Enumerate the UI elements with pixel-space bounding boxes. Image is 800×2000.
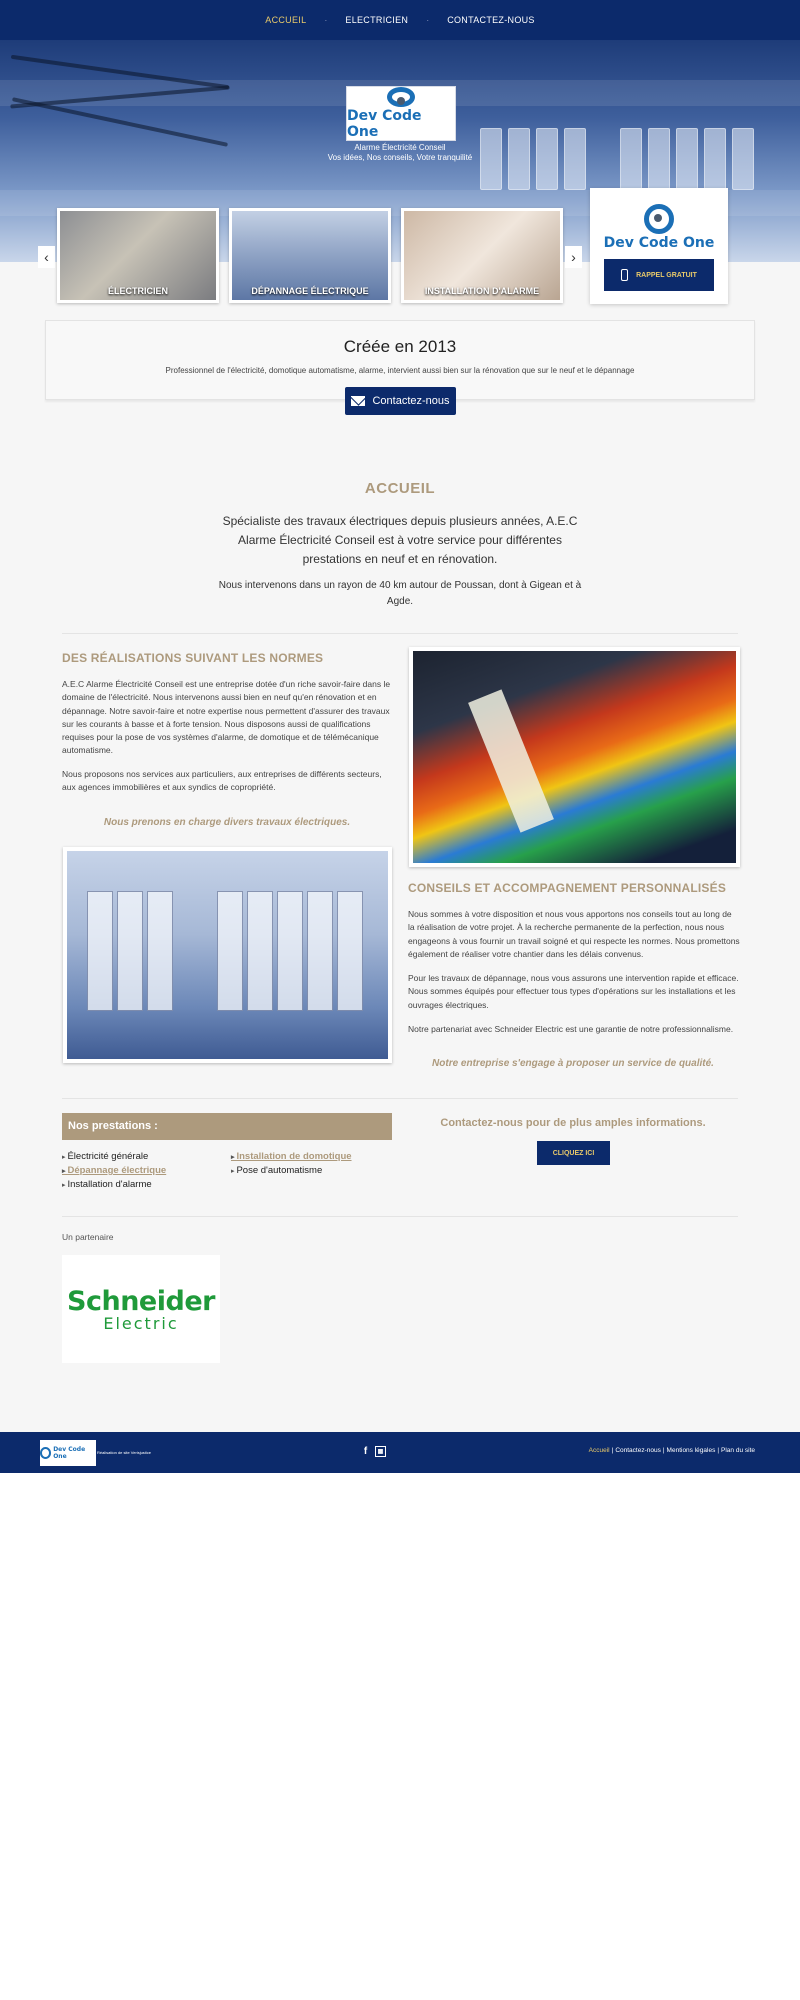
breaker-module (277, 891, 303, 1011)
hero-tagline: Vos idées, Nos conseils, Votre tranquili… (327, 153, 473, 162)
prestations-header: Nos prestations : (62, 1113, 392, 1140)
footer-logo-text: Dev Code One (53, 1446, 86, 1460)
callback-card: Dev Code One RAPPEL GRATUIT (590, 188, 728, 304)
slider-next-arrow-icon[interactable]: › (565, 246, 582, 268)
contact-cta-text: Contactez-nous pour de plus amples infor… (440, 1117, 706, 1129)
contactez-nous-button[interactable]: Contactez-nous (345, 387, 456, 415)
breakers-photo (63, 847, 392, 1063)
footer-logo[interactable]: Dev Code One (40, 1440, 96, 1466)
slide-caption: INSTALLATION D'ALARME (424, 286, 540, 296)
nav-accueil[interactable]: ACCUEIL (265, 15, 306, 25)
hero-breaker (648, 128, 670, 190)
accueil-title: ACCUEIL (364, 480, 436, 497)
slide-electricien[interactable]: ÉLECTRICIEN (57, 208, 219, 303)
accueil-zone: Nous intervenons dans un rayon de 40 km … (218, 580, 582, 607)
divider (62, 1098, 738, 1099)
footer-link-contact[interactable]: Contactez-nous (615, 1447, 661, 1454)
hero-subtitle: Alarme Électricité Conseil (354, 143, 446, 152)
cables-photo (409, 647, 740, 867)
prestation-electricite-generale: Électricité générale (62, 1151, 148, 1162)
slide-depannage-electrique[interactable]: DÉPANNAGE ÉLECTRIQUE (229, 208, 391, 303)
cliquez-ici-button[interactable]: CLIQUEZ ICI (537, 1141, 610, 1165)
divider (62, 1216, 738, 1217)
partner-logo-line1: Schneider (67, 1285, 215, 1317)
hero-breaker (564, 128, 586, 190)
realisations-paragraph-2: Nous proposons nos services aux particul… (62, 769, 382, 793)
prestation-installation-alarme: Installation d'alarme (62, 1179, 151, 1190)
partner-logo-line2: Electric (103, 1313, 179, 1333)
logo-mark-icon (387, 87, 415, 107)
footer-link-accueil[interactable]: Accueil (589, 1447, 610, 1454)
site-logo[interactable]: Dev Code One (346, 86, 456, 141)
hero-breaker (620, 128, 642, 190)
nav-separator: · (324, 15, 328, 25)
logo-text: Dev Code One (347, 108, 422, 140)
breaker-module (147, 891, 173, 1011)
top-navbar: ACCUEIL · ELECTRICIEN · CONTACTEZ-NOUS (0, 0, 800, 40)
breaker-module (117, 891, 143, 1011)
slider-prev-arrow-icon[interactable]: ‹ (38, 246, 55, 268)
schneider-electric-logo[interactable]: Schneider Electric (62, 1255, 220, 1363)
footer-links: Accueil | Contactez-nous | Mentions légales |… (588, 1447, 755, 1454)
hero-breaker (536, 128, 558, 190)
breaker-module (307, 891, 333, 1011)
rappel-button-label: RAPPEL GRATUIT (636, 271, 697, 279)
realisations-title: DES RÉALISATIONS SUIVANT LES NORMES (62, 651, 324, 665)
hero-breaker (508, 128, 530, 190)
footer-link-mentions[interactable]: Mentions légales (667, 1447, 716, 1454)
slide-caption: DÉPANNAGE ÉLECTRIQUE (251, 286, 369, 296)
partner-label: Un partenaire (62, 1232, 114, 1242)
breaker-module (247, 891, 273, 1011)
nav-separator: · (426, 15, 430, 25)
conseils-paragraph-1: Nous sommes à votre disposition et nous … (408, 909, 740, 959)
card-logo-text: Dev Code One (603, 235, 715, 251)
hero-breaker (732, 128, 754, 190)
hero-breaker (676, 128, 698, 190)
logo-mark-icon (644, 204, 674, 234)
divider (62, 633, 738, 634)
conseils-title: CONSEILS ET ACCOMPAGNEMENT PERSONNALISÉS (408, 881, 727, 895)
cable-tie-shape (468, 689, 554, 833)
created-title: Créée en 2013 (343, 337, 457, 356)
envelope-icon (351, 396, 366, 406)
rappel-gratuit-button[interactable]: RAPPEL GRATUIT (604, 259, 714, 291)
nav-electricien[interactable]: ELECTRICIEN (345, 15, 408, 25)
created-text: Professionnel de l'électricité, domotiqu… (165, 366, 635, 375)
footer-link-plan[interactable]: Plan du site (721, 1447, 755, 1454)
breaker-module (87, 891, 113, 1011)
conseils-paragraph-3: Notre partenariat avec Schneider Electri… (408, 1024, 734, 1034)
nav-contactez-nous[interactable]: CONTACTEZ-NOUS (447, 15, 535, 25)
realisations-quote: Nous prenons en charge divers travaux él… (103, 817, 351, 828)
prestation-domotique-link[interactable]: Installation de domotique (231, 1151, 351, 1162)
conseils-paragraph-2: Pour les travaux de dépannage, nous vous… (408, 973, 739, 1010)
logo-mark-icon (40, 1447, 52, 1459)
realisations-paragraph-1: A.E.C Alarme Électricité Conseil est une… (62, 679, 391, 756)
breaker-module (337, 891, 363, 1011)
slide-caption: ÉLECTRICIEN (107, 286, 168, 296)
contact-button-label: Contactez-nous (372, 395, 450, 407)
breaker-module (217, 891, 243, 1011)
pagesjaunes-icon[interactable]: ▦ (375, 1446, 386, 1457)
conseils-quote: Notre entreprise s'engage à proposer un … (432, 1058, 714, 1069)
slide-installation-alarme[interactable]: INSTALLATION D'ALARME (401, 208, 563, 303)
footer-realisation-credit[interactable]: Réalisation de site Verisjustice (97, 1450, 151, 1455)
accueil-lead: Spécialiste des travaux électriques depu… (222, 514, 578, 566)
prestation-depannage-link[interactable]: Dépannage électrique (62, 1165, 166, 1176)
hero-breaker (704, 128, 726, 190)
facebook-icon[interactable]: f (360, 1446, 371, 1457)
site-footer: Dev Code One Réalisation de site Verisju… (0, 1432, 800, 1473)
phone-icon (621, 269, 629, 281)
prestation-automatisme: Pose d'automatisme (231, 1165, 322, 1176)
